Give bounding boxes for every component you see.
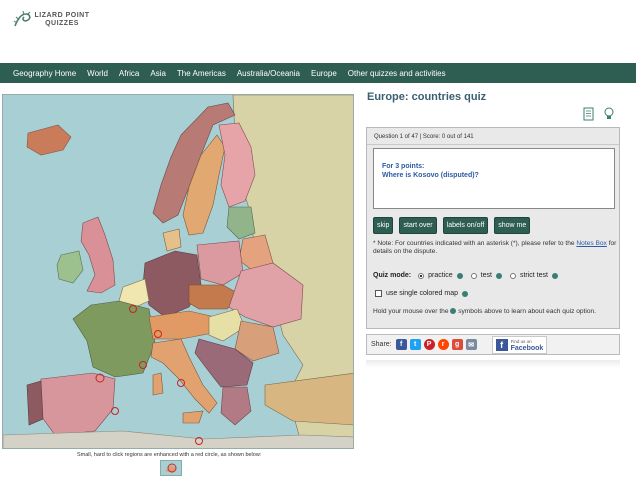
tool-icons: [583, 107, 615, 121]
facebook-icon[interactable]: f: [395, 339, 407, 350]
reddit-icon[interactable]: r: [437, 339, 449, 350]
nav-americas[interactable]: The Americas: [177, 69, 226, 78]
single-color-option: use single colored map: [375, 290, 468, 297]
start-over-button[interactable]: start over: [399, 217, 437, 234]
strict-test-help-icon[interactable]: [551, 272, 558, 279]
quiz-mode-label: Quiz mode:: [373, 272, 412, 279]
single-color-checkbox[interactable]: [375, 290, 382, 297]
email-icon[interactable]: ✉: [465, 339, 477, 350]
brand-line-2: Quizzes: [45, 20, 79, 27]
quiz-buttons: skip start over labels on/off show me: [373, 217, 531, 234]
share-shadow: [366, 360, 620, 368]
nav-geography-home[interactable]: Geography Home: [13, 69, 76, 78]
practice-label[interactable]: practice: [428, 272, 453, 279]
labels-toggle-button[interactable]: labels on/off: [442, 217, 489, 234]
nav-world[interactable]: World: [87, 69, 108, 78]
test-radio[interactable]: [470, 272, 477, 279]
facebook-badge-text: Find us on Facebook: [511, 338, 544, 352]
facebook-badge-small: Find us on: [510, 338, 532, 344]
facebook-logo-icon: f: [495, 338, 508, 351]
test-label[interactable]: test: [481, 272, 492, 279]
google-plus-icon[interactable]: g: [451, 339, 463, 350]
practice-help-icon[interactable]: [456, 272, 463, 279]
lizard-logo-icon[interactable]: [12, 8, 34, 30]
hover-note-a: Hold your mouse over the: [373, 308, 449, 315]
strict-test-label[interactable]: strict test: [520, 272, 548, 279]
single-color-label[interactable]: use single colored map: [386, 290, 458, 297]
region-portugal[interactable]: [26, 380, 44, 426]
divider: [367, 144, 619, 145]
share-bar: Share: f t P r g ✉ f Find us on Facebook: [366, 334, 620, 355]
hover-note: Hold your mouse over the symbols above t…: [373, 308, 619, 316]
nav-asia[interactable]: Asia: [150, 69, 166, 78]
nav-australia-oceania[interactable]: Australia/Oceania: [237, 69, 300, 78]
region-sardinia[interactable]: [152, 372, 164, 396]
skip-button[interactable]: skip: [373, 217, 394, 234]
note-prefix: * Note: For countries indicated with an …: [373, 240, 575, 247]
main-nav: Geography Home World Africa Asia The Ame…: [0, 63, 636, 83]
facebook-badge[interactable]: f Find us on Facebook: [491, 335, 548, 354]
question-points: For 3 points:: [382, 163, 425, 170]
hint-lightbulb-icon[interactable]: [603, 107, 615, 121]
nav-africa[interactable]: Africa: [119, 69, 139, 78]
practice-radio[interactable]: [418, 272, 425, 279]
test-help-icon[interactable]: [495, 272, 502, 279]
show-me-button[interactable]: show me: [494, 217, 531, 234]
hover-note-b: symbols above to learn about each quiz o…: [458, 308, 597, 315]
quiz-mode: Quiz mode: practice test strict test: [373, 272, 558, 279]
brand-line-1: Lizard Point: [34, 12, 90, 19]
nav-other-quizzes[interactable]: Other quizzes and activities: [348, 69, 446, 78]
question-text: Where is Kosovo (disputed)?: [382, 172, 479, 179]
facebook-badge-big: Facebook: [510, 344, 544, 352]
europe-map[interactable]: [2, 94, 354, 449]
single-color-help-icon[interactable]: [462, 290, 468, 297]
quiz-title: Europe: countries quiz: [367, 91, 487, 103]
brand-name[interactable]: Lizard Point Quizzes: [32, 12, 92, 28]
question-status: Question 1 of 47 | Score: 0 out of 141: [374, 134, 474, 140]
nav-europe[interactable]: Europe: [311, 69, 337, 78]
strict-test-radio[interactable]: [509, 272, 516, 279]
asterisk-note: * Note: For countries indicated with an …: [373, 240, 619, 256]
quiz-panel: Question 1 of 47 | Score: 0 out of 141 F…: [366, 127, 620, 329]
twitter-icon[interactable]: t: [409, 339, 421, 350]
share-label: Share:: [371, 341, 392, 348]
red-circle-example-icon: [160, 460, 182, 476]
pinterest-icon[interactable]: P: [423, 339, 435, 350]
question-box: For 3 points: Where is Kosovo (disputed)…: [373, 148, 615, 209]
map-note: Small, hard to click regions are enhance…: [77, 452, 262, 458]
notes-box-link[interactable]: Notes Box: [576, 240, 606, 247]
help-symbol-icon: [450, 308, 457, 315]
notes-document-icon[interactable]: [583, 107, 595, 121]
